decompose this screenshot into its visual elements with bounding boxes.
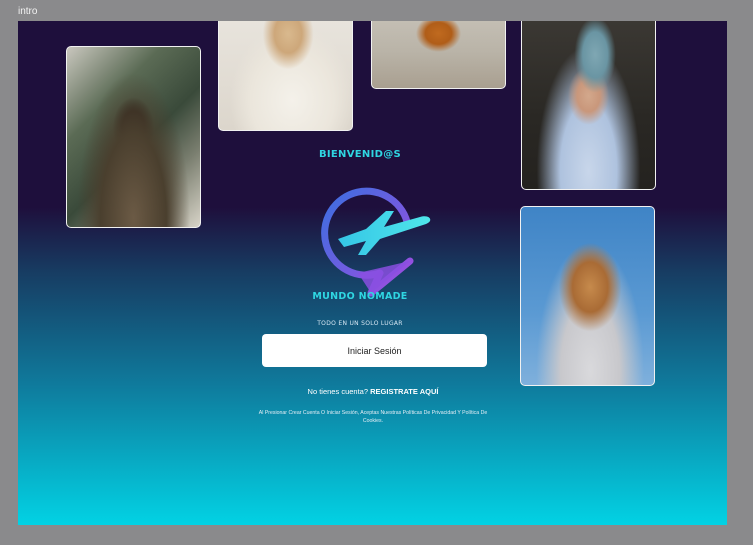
photo-woman-plants <box>66 46 201 228</box>
frame-label: intro <box>18 6 38 17</box>
register-link[interactable]: REGISTRATE AQUÍ <box>370 387 438 396</box>
photo-woman-white-shirt <box>218 21 353 131</box>
photo-man-beanie <box>521 21 656 190</box>
intro-screen: BIENVENID@S MUNDO NOMADE TODO EN UN SOLO… <box>18 21 727 525</box>
legal-notice: Al Presionar Crear Cuenta O Iniciar Sesi… <box>258 410 488 424</box>
register-prompt-text: No tienes cuenta? <box>307 387 369 396</box>
plane-location-pin-icon <box>321 187 431 297</box>
login-button[interactable]: Iniciar Sesión <box>262 334 487 367</box>
register-prompt: No tienes cuenta? REGISTRATE AQUÍ <box>238 387 508 396</box>
brand-name: MUNDO NOMADE <box>312 291 408 302</box>
welcome-heading: BIENVENID@S <box>318 149 401 160</box>
photo-person-sitting <box>371 21 506 89</box>
photo-woman-laughing <box>520 206 655 386</box>
tagline: TODO EN UN SOLO LUGAR <box>317 320 403 327</box>
